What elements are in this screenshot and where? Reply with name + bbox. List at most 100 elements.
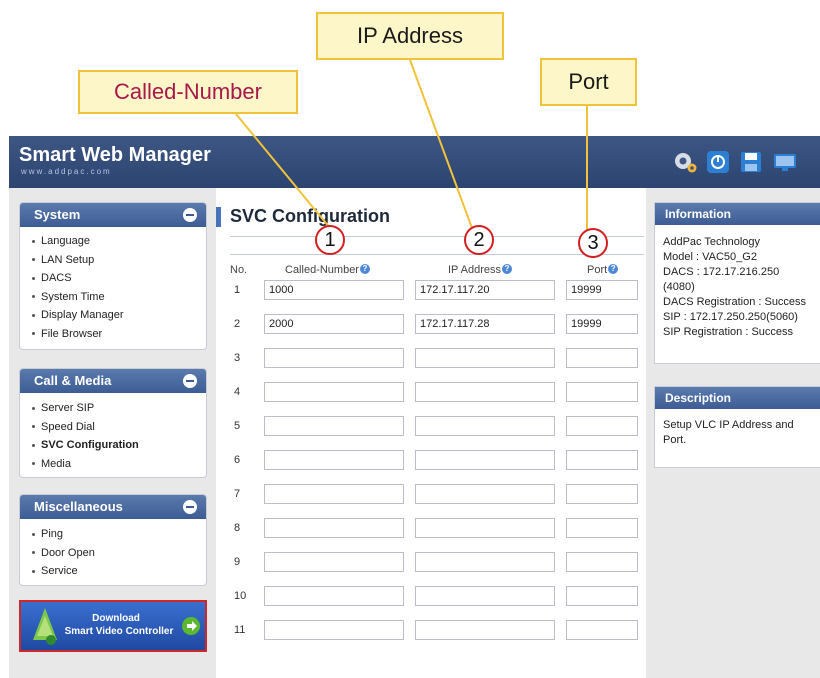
called-number-field[interactable] (264, 450, 404, 470)
sidebar-item-display-manager[interactable]: Display Manager (20, 306, 206, 325)
port-field[interactable] (566, 586, 638, 606)
bullet-icon (32, 295, 35, 299)
download-product-label: Smart Video Controller (64, 626, 174, 637)
call-media-menu-title: Call & Media (34, 373, 112, 388)
sidebar-item-server-sip[interactable]: Server SIP (20, 399, 206, 418)
ip-address-field[interactable] (415, 382, 555, 402)
sidebar-item-language[interactable]: Language (20, 232, 206, 251)
misc-menu-header[interactable]: Miscellaneous (20, 495, 206, 519)
save-icon[interactable] (739, 150, 763, 174)
port-field[interactable] (566, 348, 638, 368)
ip-address-field[interactable] (415, 484, 555, 504)
sidebar-item-file-browser[interactable]: File Browser (20, 325, 206, 344)
bullet-icon (32, 239, 35, 243)
called-number-field[interactable] (264, 518, 404, 538)
ip-address-callout: IP Address (316, 12, 504, 60)
gear-icon[interactable] (673, 150, 697, 174)
collapse-icon[interactable] (183, 374, 197, 388)
information-box: Information AddPac Technology Model : VA… (654, 202, 820, 364)
ip-address-field[interactable] (415, 620, 555, 640)
collapse-icon[interactable] (183, 208, 197, 222)
row-number: 9 (234, 556, 241, 568)
top-header-bar: Smart Web Manager www.addpac.com (9, 136, 820, 188)
ip-address-field[interactable] (415, 348, 555, 368)
called-number-field[interactable] (264, 552, 404, 572)
page-title: SVC Configuration (216, 206, 390, 227)
bullet-icon (32, 332, 35, 336)
called-number-field[interactable]: 2000 (264, 314, 404, 334)
arrow-right-icon (182, 617, 200, 635)
column-header-called-number: Called-Number? (285, 264, 370, 276)
port-field[interactable] (566, 416, 638, 436)
help-icon[interactable]: ? (502, 264, 512, 274)
ip-address-field[interactable] (415, 518, 555, 538)
call-media-menu-header[interactable]: Call & Media (20, 369, 206, 393)
column-header-ip-address: IP Address? (448, 264, 512, 276)
description-line: Setup VLC IP Address and (663, 419, 794, 431)
sidebar-item-dacs[interactable]: DACS (20, 269, 206, 288)
port-field[interactable] (566, 450, 638, 470)
ip-address-field[interactable] (415, 450, 555, 470)
sidebar-item-lan-setup[interactable]: LAN Setup (20, 251, 206, 270)
info-line: SIP : 172.17.250.250(5060) (663, 311, 798, 323)
ip-address-field[interactable]: 172.17.117.28 (415, 314, 555, 334)
divider (230, 254, 644, 255)
called-number-field[interactable] (264, 348, 404, 368)
called-number-field[interactable] (264, 416, 404, 436)
system-menu-title: System (34, 207, 81, 222)
marker-1: 1 (315, 225, 345, 255)
sidebar-item-svc-configuration[interactable]: SVC Configuration (20, 436, 206, 455)
port-field[interactable]: 19999 (566, 280, 638, 300)
marker-2: 2 (464, 225, 494, 255)
port-field[interactable] (566, 552, 638, 572)
info-line: DACS : 172.17.216.250 (663, 266, 780, 278)
sidebar-item-ping[interactable]: Ping (20, 525, 206, 544)
bullet-icon (32, 569, 35, 573)
ip-address-field[interactable] (415, 552, 555, 572)
collapse-icon[interactable] (183, 500, 197, 514)
port-field[interactable] (566, 382, 638, 402)
called-number-field[interactable]: 1000 (264, 280, 404, 300)
bullet-icon (32, 406, 35, 410)
port-field[interactable]: 19999 (566, 314, 638, 334)
row-number: 11 (234, 624, 246, 636)
port-callout: Port (540, 58, 637, 106)
called-number-field[interactable] (264, 620, 404, 640)
called-number-field[interactable] (264, 382, 404, 402)
description-line: Port. (663, 434, 687, 446)
misc-menu-box: Miscellaneous Ping Door Open Service (19, 494, 207, 586)
system-menu-box: System Language LAN Setup DACS System Ti… (19, 202, 207, 350)
bullet-icon (32, 443, 35, 447)
sidebar-item-system-time[interactable]: System Time (20, 288, 206, 307)
monitor-icon[interactable] (773, 150, 797, 174)
sidebar-item-door-open[interactable]: Door Open (20, 544, 206, 563)
called-number-field[interactable] (264, 484, 404, 504)
download-smart-video-controller-button[interactable]: Download Smart Video Controller (19, 600, 207, 652)
info-line: DACS Registration : Success (663, 296, 807, 308)
row-number: 10 (234, 590, 247, 602)
ip-address-field[interactable]: 172.17.117.20 (415, 280, 555, 300)
sidebar-item-media[interactable]: Media (20, 455, 206, 474)
system-menu-header[interactable]: System (20, 203, 206, 227)
row-number: 5 (234, 420, 241, 432)
row-number: 4 (234, 386, 241, 398)
description-header: Description (655, 387, 820, 409)
port-field[interactable] (566, 518, 638, 538)
description-box: Description Setup VLC IP Address and Por… (654, 386, 820, 468)
help-icon[interactable]: ? (608, 264, 619, 274)
info-line: (4080) (663, 281, 695, 293)
ip-address-field[interactable] (415, 586, 555, 606)
sidebar-item-speed-dial[interactable]: Speed Dial (20, 418, 206, 437)
ip-address-field[interactable] (415, 416, 555, 436)
sidebar-item-service[interactable]: Service (20, 562, 206, 581)
called-number-field[interactable] (264, 586, 404, 606)
call-media-menu-box: Call & Media Server SIP Speed Dial SVC C… (19, 368, 207, 478)
column-header-no: No. (230, 264, 248, 276)
port-field[interactable] (566, 620, 638, 640)
port-field[interactable] (566, 484, 638, 504)
bullet-icon (32, 425, 35, 429)
power-icon[interactable] (706, 150, 730, 174)
help-icon[interactable]: ? (359, 264, 370, 274)
column-header-port: Port? (587, 264, 619, 276)
row-number: 6 (234, 454, 241, 466)
